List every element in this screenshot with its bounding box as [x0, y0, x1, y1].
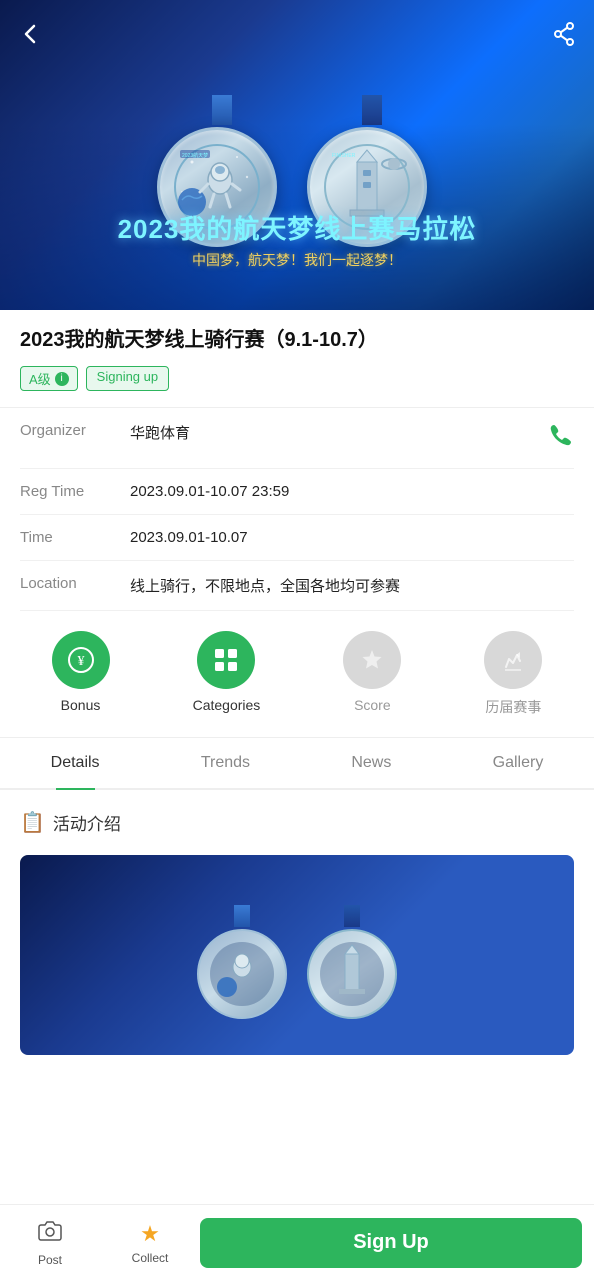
svg-text:FINISHER: FINISHER: [332, 153, 356, 159]
organizer-value: 华跑体育: [130, 422, 548, 443]
hero-text-overlay: 2023我的航天梦线上赛马拉松 中国梦，航天梦！我们一起逐梦！: [0, 209, 594, 270]
tab-gallery[interactable]: Gallery: [485, 738, 552, 788]
intro-icon: 📋: [20, 810, 45, 835]
phone-icon[interactable]: [548, 422, 574, 454]
score-icon-item[interactable]: Score: [343, 631, 401, 717]
location-value: 线上骑行，不限地点，全国各地均可参赛: [130, 575, 574, 596]
tab-bar: Details Trends News Gallery: [0, 738, 594, 790]
tab-trends[interactable]: Trends: [193, 738, 258, 788]
content-image: [20, 855, 574, 1055]
badge-level: A级 i: [20, 366, 78, 391]
history-icon-circle: [484, 631, 542, 689]
feature-icons: ¥ Bonus Categories Score: [0, 611, 594, 738]
activity-intro: 📋 活动介绍: [0, 790, 594, 855]
categories-label: Categories: [193, 697, 261, 713]
hero-banner: 2023航天梦: [0, 0, 594, 310]
svg-text:¥: ¥: [77, 654, 84, 669]
bonus-icon-circle: ¥: [52, 631, 110, 689]
post-button[interactable]: Post: [0, 1219, 100, 1267]
post-label: Post: [38, 1253, 62, 1267]
info-section: Organizer 华跑体育 Reg Time 2023.09.01-10.07…: [0, 407, 594, 611]
reg-time-row: Reg Time 2023.09.01-10.07 23:59: [20, 469, 574, 515]
bonus-icon-item[interactable]: ¥ Bonus: [52, 631, 110, 717]
history-icon-item[interactable]: 历届赛事: [484, 631, 542, 717]
collect-label: Collect: [132, 1251, 169, 1265]
svg-text:2023航天梦: 2023航天梦: [182, 152, 208, 159]
badge-status: Signing up: [86, 366, 169, 391]
camera-icon: [38, 1219, 62, 1249]
signup-button[interactable]: Sign Up: [200, 1218, 582, 1268]
back-button[interactable]: [16, 20, 44, 51]
intro-label: 活动介绍: [53, 810, 121, 835]
collect-button[interactable]: ★ Collect: [100, 1221, 200, 1265]
organizer-label: Organizer: [20, 422, 130, 439]
main-content: 2023我的航天梦线上骑行赛（9.1-10.7） A级 i Signing up: [0, 310, 594, 391]
bonus-label: Bonus: [61, 697, 101, 713]
hero-subtitle: 中国梦，航天梦！我们一起逐梦！: [0, 250, 594, 270]
time-value: 2023.09.01-10.07: [130, 529, 574, 546]
score-label: Score: [354, 697, 391, 713]
reg-time-value: 2023.09.01-10.07 23:59: [130, 483, 574, 500]
badges-row: A级 i Signing up: [20, 366, 574, 391]
hero-title: 2023我的航天梦线上赛马拉松: [0, 209, 594, 246]
tab-news[interactable]: News: [343, 738, 399, 788]
reg-time-label: Reg Time: [20, 483, 130, 500]
score-icon-circle: [343, 631, 401, 689]
location-row: Location 线上骑行，不限地点，全国各地均可参赛: [20, 561, 574, 611]
history-label: 历届赛事: [485, 697, 541, 717]
categories-icon-circle: [197, 631, 255, 689]
organizer-row: Organizer 华跑体育: [20, 408, 574, 469]
time-label: Time: [20, 529, 130, 546]
location-label: Location: [20, 575, 130, 592]
categories-icon-item[interactable]: Categories: [193, 631, 261, 717]
star-icon: ★: [140, 1221, 160, 1247]
time-row: Time 2023.09.01-10.07: [20, 515, 574, 561]
event-title: 2023我的航天梦线上骑行赛（9.1-10.7）: [20, 326, 574, 354]
tab-details[interactable]: Details: [43, 738, 108, 788]
info-icon: i: [55, 372, 69, 386]
share-button[interactable]: [550, 20, 578, 51]
bottom-bar: Post ★ Collect Sign Up: [0, 1204, 594, 1280]
